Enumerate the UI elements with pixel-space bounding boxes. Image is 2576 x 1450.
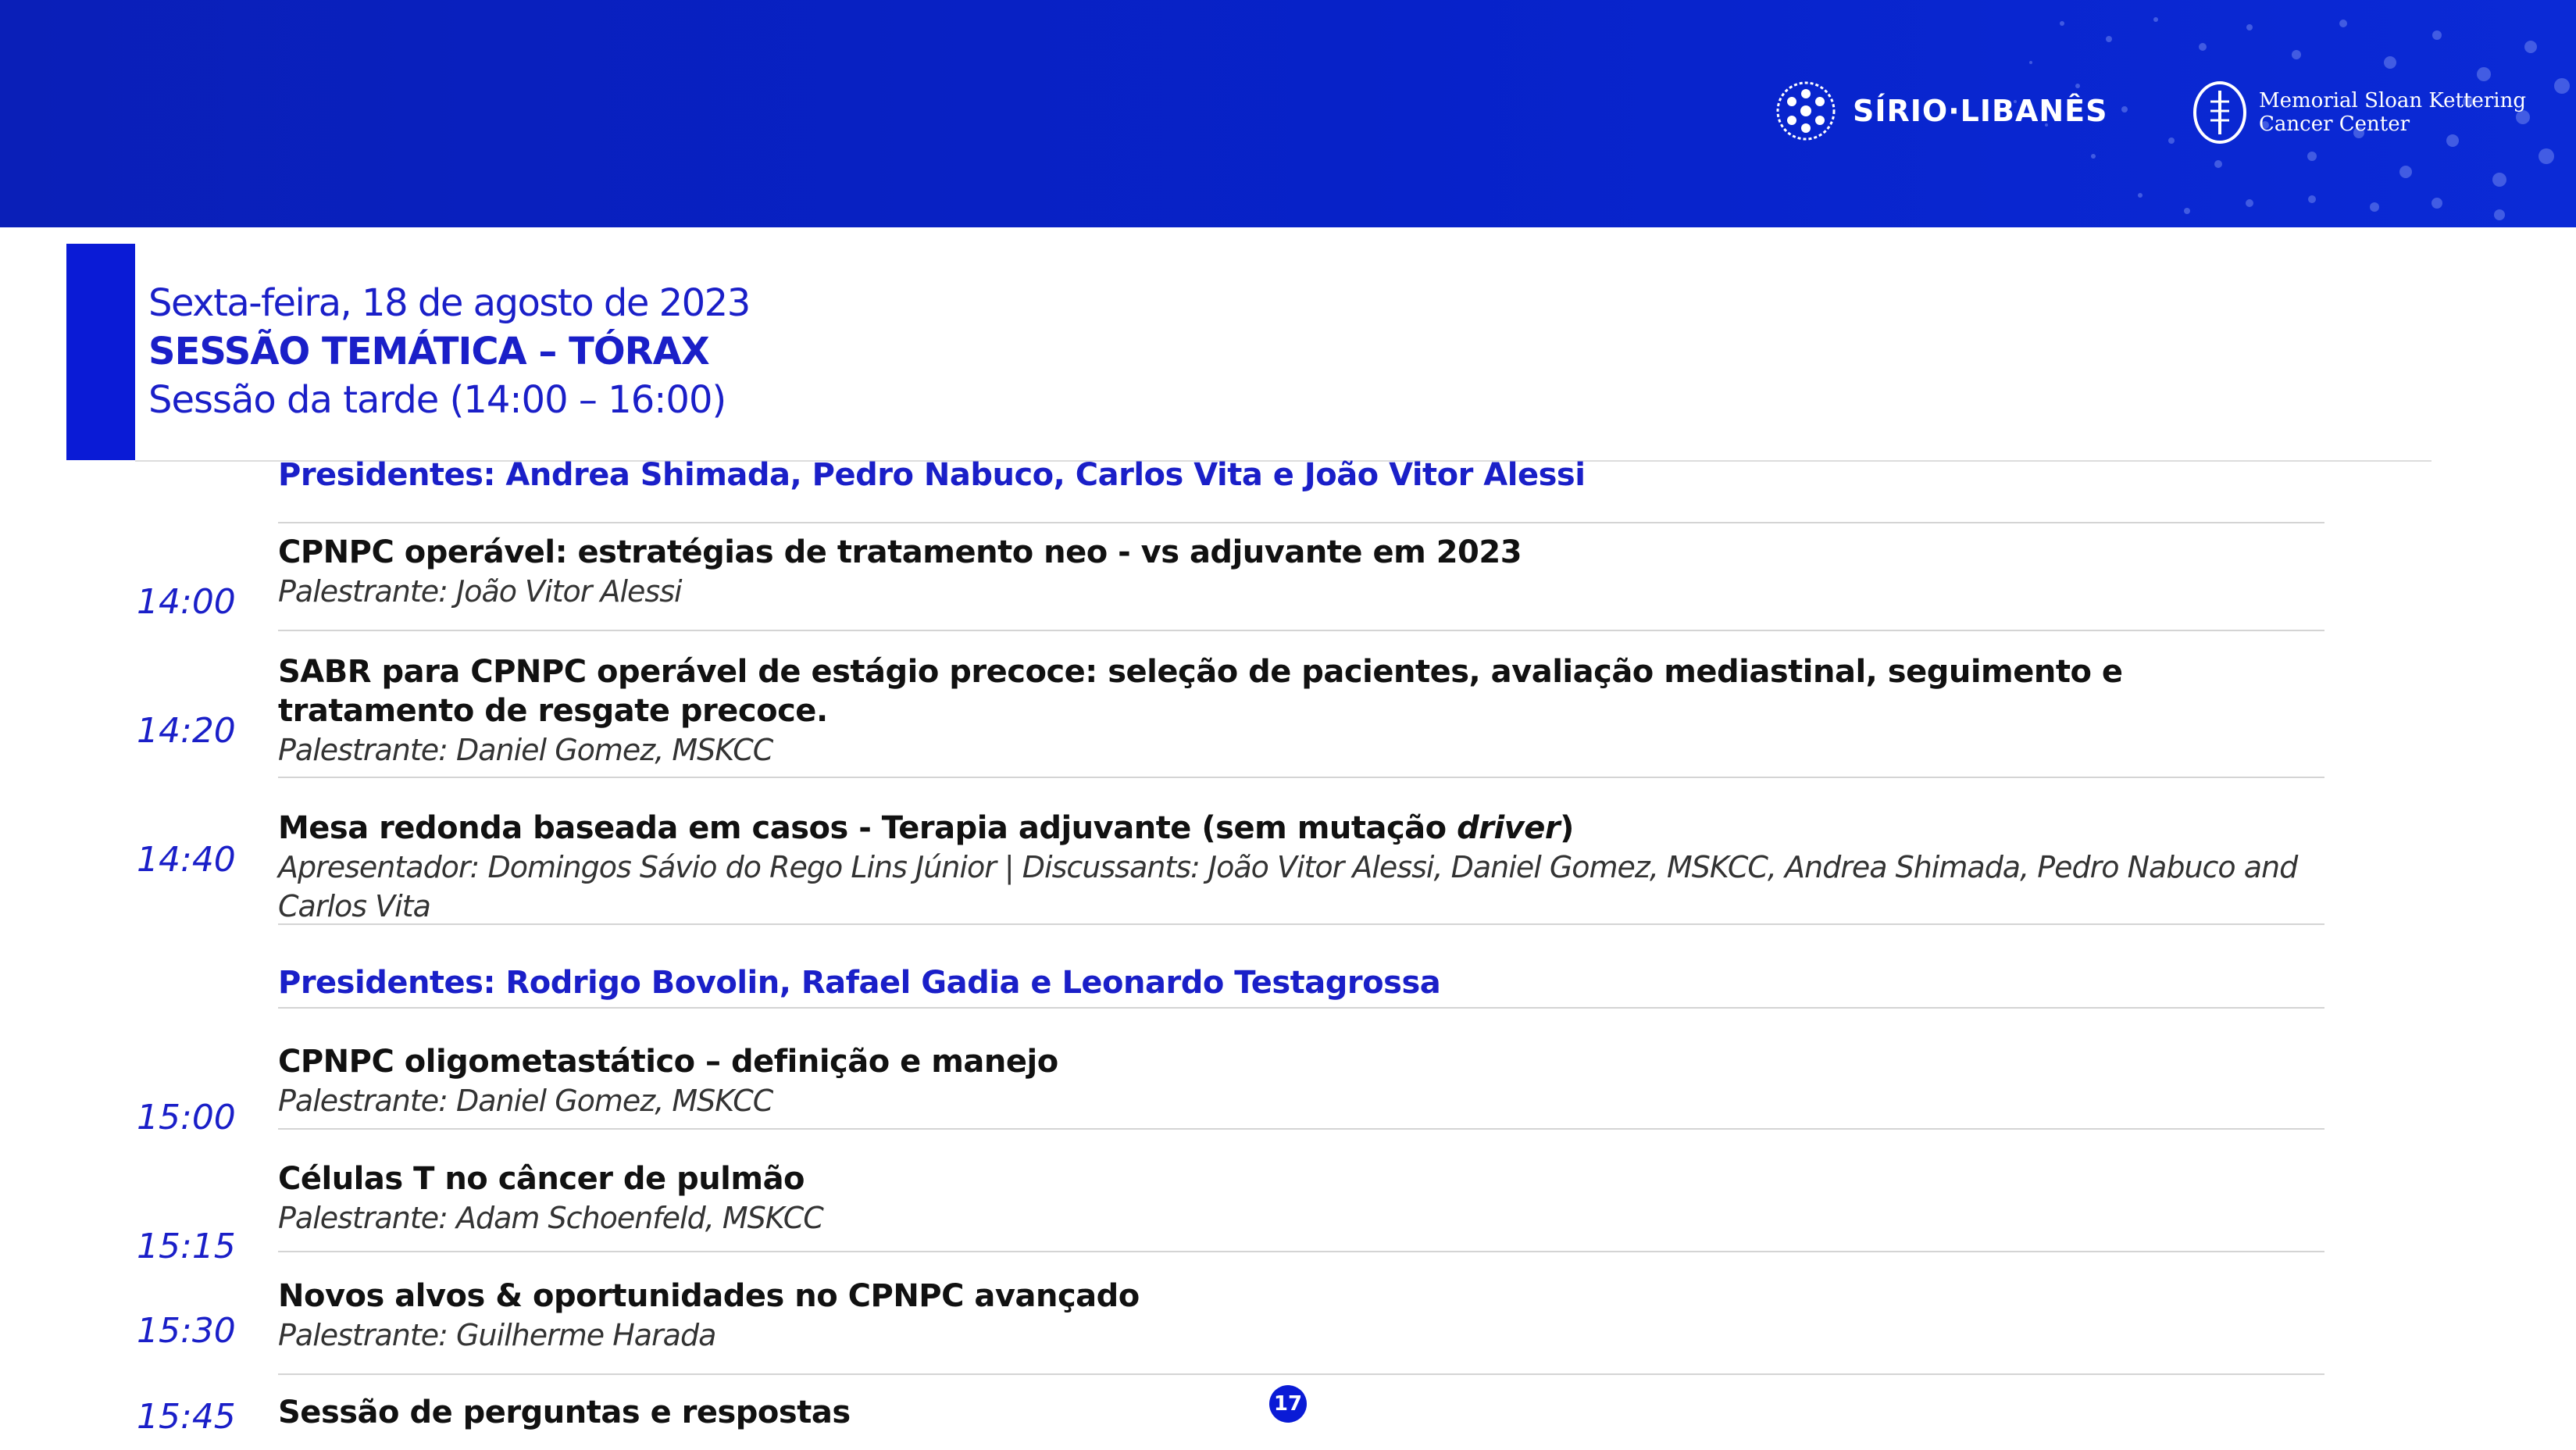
mskcc-line1: Memorial Sloan Kettering xyxy=(2259,89,2526,112)
talk-title: Células T no câncer de pulmão xyxy=(278,1161,805,1197)
sirio-libanes-wordmark: SÍRIO·LIBANÊS xyxy=(1853,94,2108,128)
item-time: 14:20 xyxy=(137,711,236,751)
item-time: 15:00 xyxy=(137,1098,236,1138)
mskcc-emblem-icon xyxy=(2193,81,2246,144)
divider xyxy=(278,1128,2324,1130)
accent-bar xyxy=(66,244,135,460)
talk-title-part: Mesa redonda baseada em casos - Terapia … xyxy=(278,810,1457,846)
header-band: SÍRIO·LIBANÊS Memorial Sloan Kettering C… xyxy=(0,0,2576,227)
talk-title: CPNPC operável: estratégias de tratament… xyxy=(278,534,1522,570)
speaker-line: Palestrante: Daniel Gomez, MSKCC xyxy=(278,1084,773,1118)
item-time: 15:15 xyxy=(137,1227,236,1266)
chairs-second-block: Presidentes: Rodrigo Bovolin, Rafael Gad… xyxy=(278,965,1441,1001)
divider xyxy=(278,1251,2324,1252)
speaker-line: Palestrante: João Vitor Alessi xyxy=(278,574,683,609)
item-time: 14:40 xyxy=(137,840,236,880)
speaker-line: Palestrante: Daniel Gomez, MSKCC xyxy=(278,733,773,767)
page-number-badge: 17 xyxy=(1269,1385,1307,1423)
item-time: 15:45 xyxy=(137,1397,236,1437)
divider xyxy=(278,1373,2324,1375)
session-date: Sexta-feira, 18 de agosto de 2023 xyxy=(148,281,751,325)
mskcc-wordmark: Memorial Sloan Kettering Cancer Center xyxy=(2259,89,2526,136)
session-time: Sessão da tarde (14:00 – 16:00) xyxy=(148,378,726,422)
talk-title: CPNPC oligometastático – definição e man… xyxy=(278,1044,1058,1080)
talk-title-emphasis: driver xyxy=(1457,810,1561,846)
divider xyxy=(278,630,2324,631)
divider xyxy=(278,522,2324,523)
chairs-first-block: Presidentes: Andrea Shimada, Pedro Nabuc… xyxy=(278,457,1586,493)
mskcc-line2: Cancer Center xyxy=(2259,112,2410,136)
speaker-line: Palestrante: Guilherme Harada xyxy=(278,1318,716,1352)
dot-pattern-decoration xyxy=(2014,17,2570,220)
talk-title-part: ) xyxy=(1560,810,1574,846)
item-time: 14:00 xyxy=(137,582,236,622)
divider xyxy=(278,923,2324,925)
divider xyxy=(278,1007,2324,1009)
item-time: 15:30 xyxy=(137,1311,236,1351)
sirio-libanes-logo: SÍRIO·LIBANÊS xyxy=(1773,78,2108,144)
session-title: SESSÃO TEMÁTICA – TÓRAX xyxy=(148,330,710,373)
talk-title: Novos alvos & oportunidades no CPNPC ava… xyxy=(278,1278,1140,1314)
sirio-libanes-emblem-icon xyxy=(1776,81,1836,141)
talk-title: Mesa redonda baseada em casos - Terapia … xyxy=(278,809,2324,848)
talk-title: SABR para CPNPC operável de estágio prec… xyxy=(278,654,2123,729)
speaker-line: Apresentador: Domingos Sávio do Rego Lin… xyxy=(278,850,2298,923)
speaker-line: Palestrante: Adam Schoenfeld, MSKCC xyxy=(278,1201,824,1235)
divider xyxy=(278,777,2324,778)
mskcc-logo: Memorial Sloan Kettering Cancer Center xyxy=(2192,80,2526,145)
